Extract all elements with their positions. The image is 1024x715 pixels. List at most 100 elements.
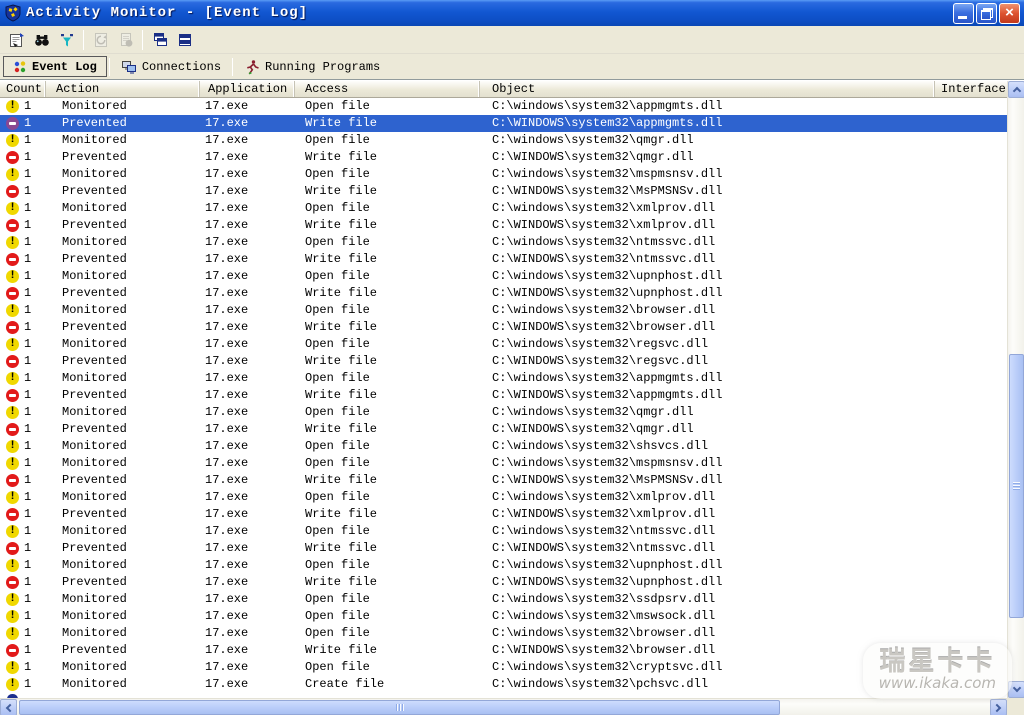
table-row[interactable]: 1 Monitored 17.exe Open file C:\windows\syst…: [0, 608, 1007, 625]
column-header-object[interactable]: Object: [480, 81, 935, 97]
cell-count: 1: [0, 149, 46, 166]
properties-button[interactable]: [4, 28, 29, 52]
column-header-application[interactable]: Application: [200, 81, 295, 97]
tab-running-programs[interactable]: Running Programs: [235, 56, 389, 77]
table-row[interactable]: 1 Monitored 17.exe Open file C:\windows\syst…: [0, 200, 1007, 217]
cell-count: 1: [0, 217, 46, 234]
table-row[interactable]: 1 Prevented 17.exe Write file C:\WINDOWS\sys…: [0, 319, 1007, 336]
column-header-action[interactable]: Action: [46, 81, 200, 97]
titlebar: Activity Monitor - [Event Log] ×: [0, 0, 1024, 26]
minimize-button[interactable]: [953, 2, 974, 24]
cell-application: 17.exe: [205, 439, 249, 453]
table-row[interactable]: 1 Prevented 17.exe Write file C:\WINDOWS\sys…: [0, 149, 1007, 166]
scroll-left-button[interactable]: [0, 699, 17, 715]
table-row[interactable]: 1 Prevented 17.exe Write file C:\WINDOWS\sys…: [0, 285, 1007, 302]
table-row[interactable]: 1 Prevented 17.exe Write file C:\WINDOWS\sys…: [0, 574, 1007, 591]
cell-application: 17.exe: [205, 218, 249, 232]
prevented-icon: [6, 644, 19, 657]
table-row[interactable]: 1 Monitored 17.exe Create file C:\windows\sy…: [0, 676, 1007, 693]
cell-object: C:\windows\system32\mswsock.dll: [492, 609, 716, 623]
table-row[interactable]: 1 Monitored 17.exe Open file C:\windows\syst…: [0, 166, 1007, 183]
cell-count: 1: [0, 659, 46, 676]
table-row[interactable]: 1 Prevented 17.exe Write file C:\WINDOWS\sys…: [0, 183, 1007, 200]
close-button[interactable]: ×: [999, 2, 1020, 24]
table-row[interactable]: 1 Monitored 17.exe Open file C:\windows\syst…: [0, 455, 1007, 472]
table-row[interactable]: 1 Monitored 17.exe Open file C:\windows\syst…: [0, 132, 1007, 149]
toolbar-separator: [142, 29, 143, 50]
table-row[interactable]: 1 Prevented 17.exe Write file C:\WINDOWS\sys…: [0, 506, 1007, 523]
cell-access: Open file: [305, 201, 370, 215]
monitored-icon: [6, 338, 19, 351]
vertical-scroll-thumb[interactable]: [1009, 354, 1024, 618]
filter-button[interactable]: [54, 28, 79, 52]
cell-action: Prevented: [62, 116, 127, 130]
restore-button[interactable]: [976, 2, 997, 24]
table-row[interactable]: 1 Prevented 17.exe Write file C:\WINDOWS\sys…: [0, 387, 1007, 404]
cell-interface: [935, 115, 1007, 132]
cell-action: Monitored: [62, 201, 127, 215]
table-row[interactable]: 1 Prevented 17.exe Write file C:\WINDOWS\sys…: [0, 217, 1007, 234]
horizontal-scroll-thumb[interactable]: [19, 700, 780, 715]
cell-action: Monitored: [62, 609, 127, 623]
monitored-icon: [6, 593, 19, 606]
table-row[interactable]: 1 Monitored 17.exe Open file C:\windows\syst…: [0, 489, 1007, 506]
cell-interface: [935, 234, 1007, 251]
cell-action: Monitored: [62, 167, 127, 181]
chevron-right-icon: [992, 703, 1002, 712]
cell-interface: [935, 183, 1007, 200]
table-row[interactable]: 1 Monitored 17.exe Open file C:\windows\syst…: [0, 438, 1007, 455]
column-header-access[interactable]: Access: [295, 81, 480, 97]
monitored-icon: [6, 661, 19, 674]
table-row[interactable]: 1 Monitored 17.exe Open file C:\windows\syst…: [0, 268, 1007, 285]
table-row[interactable]: 1 Prevented 17.exe Write file C:\WINDOWS\sys…: [0, 353, 1007, 370]
column-header-interface[interactable]: Interface: [935, 81, 1007, 97]
tab-event-log[interactable]: Event Log: [3, 56, 107, 77]
cell-interface: [935, 523, 1007, 540]
scroll-down-button[interactable]: [1008, 681, 1024, 698]
table-row[interactable]: 1 Prevented 17.exe Write file C:\WINDOWS\sys…: [0, 472, 1007, 489]
cell-application: 17.exe: [205, 354, 249, 368]
report-button[interactable]: [113, 28, 138, 52]
table-row[interactable]: 1 Monitored 17.exe Open file C:\windows\syst…: [0, 404, 1007, 421]
table-row[interactable]: 1 Prevented 17.exe Write file C:\WINDOWS\sys…: [0, 421, 1007, 438]
table-row[interactable]: 1 Monitored 17.exe Open file C:\windows\syst…: [0, 557, 1007, 574]
table-row[interactable]: 1 Monitored 17.exe Open file C:\windows\syst…: [0, 625, 1007, 642]
table-row[interactable]: 1 Monitored 17.exe Open file C:\windows\syst…: [0, 336, 1007, 353]
cell-application: 17.exe: [205, 592, 249, 606]
table-row[interactable]: 1 Prevented 17.exe Write file C:\WINDOWS\sys…: [0, 642, 1007, 659]
scroll-up-button[interactable]: [1008, 81, 1024, 98]
prevented-icon: [6, 423, 19, 436]
cell-count: 1: [0, 642, 46, 659]
tile-windows-button[interactable]: [172, 28, 197, 52]
column-header-count[interactable]: Count: [0, 81, 46, 97]
table-row[interactable]: 1 Monitored 17.exe Open file C:\windows\syst…: [0, 659, 1007, 676]
cell-application: 17.exe: [205, 490, 249, 504]
cell-count: 1: [0, 523, 46, 540]
table-row[interactable]: 1 Monitored 17.exe Open file C:\windows\syst…: [0, 370, 1007, 387]
cell-object: C:\WINDOWS\system32\upnphost.dll: [492, 286, 723, 300]
cell-action: Prevented: [62, 354, 127, 368]
table-row[interactable]: 1 Prevented 17.exe Write file C:\WINDOWS\sys…: [0, 540, 1007, 557]
chevron-left-icon: [5, 703, 15, 712]
table-row[interactable]: 1 Prevented 17.exe Write file C:\WINDOWS\sys…: [0, 115, 1007, 132]
cell-object: C:\windows\system32\ssdpsrv.dll: [492, 592, 716, 606]
cascade-windows-button[interactable]: [147, 28, 172, 52]
vertical-scrollbar[interactable]: [1007, 81, 1024, 698]
table-row[interactable]: 1 Monitored 17.exe Open file C:\windows\syst…: [0, 234, 1007, 251]
table-row[interactable]: 1 Monitored 17.exe Open file C:\windows\syst…: [0, 591, 1007, 608]
cell-interface: [935, 591, 1007, 608]
scroll-right-button[interactable]: [990, 699, 1007, 715]
refresh-button[interactable]: [88, 28, 113, 52]
find-button[interactable]: [29, 28, 54, 52]
table-header: Count Action Application Access Object I…: [0, 81, 1007, 98]
tab-connections[interactable]: Connections: [112, 56, 230, 77]
cell-count: 1: [0, 506, 46, 523]
cell-count: 1: [0, 421, 46, 438]
horizontal-scrollbar[interactable]: [0, 698, 1007, 715]
prevented-icon: [6, 576, 19, 589]
table-row[interactable]: 1 Monitored 17.exe Open file C:\windows\syst…: [0, 302, 1007, 319]
table-row[interactable]: 1 Prevented 17.exe Write file C:\WINDOWS\sys…: [0, 251, 1007, 268]
table-row[interactable]: 1 Monitored 17.exe Open file C:\windows\syst…: [0, 98, 1007, 115]
table-row[interactable]: 1 Monitored 17.exe Open file C:\windows\syst…: [0, 523, 1007, 540]
event-log-panel: Count Action Application Access Object I…: [0, 79, 1024, 715]
